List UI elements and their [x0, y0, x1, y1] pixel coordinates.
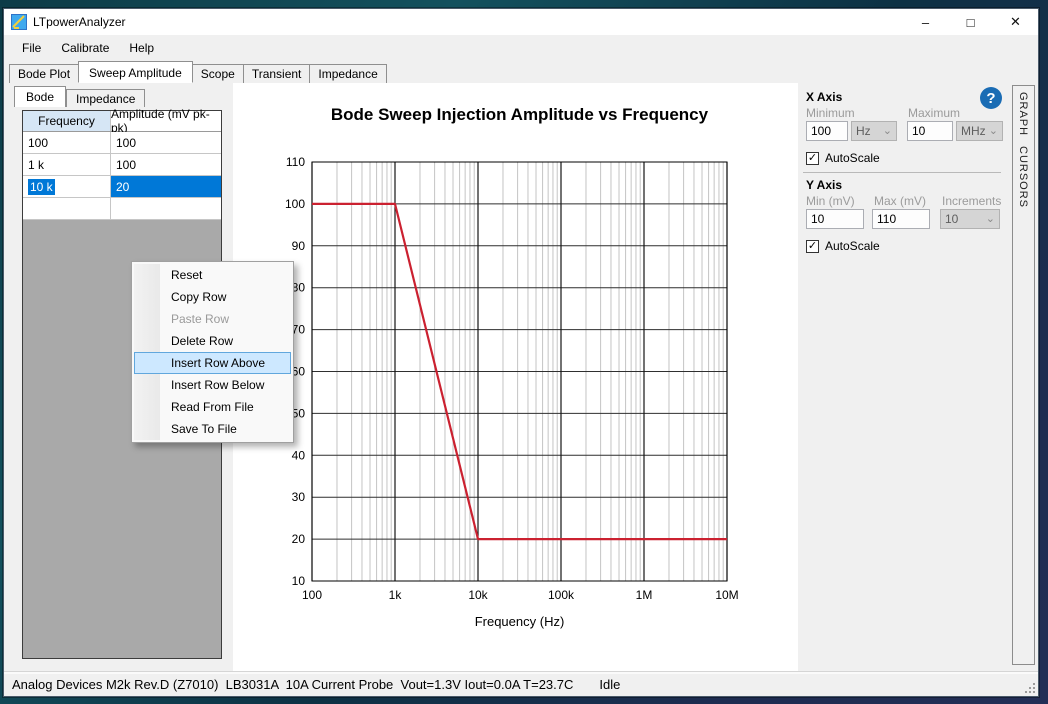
- x-min-unit-select[interactable]: Hz ⌄: [851, 121, 897, 141]
- menu-item-copy-row[interactable]: Copy Row: [134, 286, 291, 308]
- tab-scope[interactable]: Scope: [192, 64, 244, 83]
- svg-text:10: 10: [292, 574, 306, 588]
- svg-text:30: 30: [292, 490, 306, 504]
- menu-item-reset[interactable]: Reset: [134, 264, 291, 286]
- side-tab-strip: GRAPH CURSORS: [1009, 83, 1038, 671]
- svg-text:Frequency (Hz): Frequency (Hz): [475, 614, 565, 629]
- y-max-label: Max (mV): [874, 194, 926, 208]
- table-header-row: Frequency Amplitude (mV pk-pk): [23, 111, 221, 132]
- y-axis-heading: Y Axis: [806, 178, 842, 192]
- y-min-label: Min (mV): [806, 194, 855, 208]
- cell-amplitude[interactable]: [111, 198, 221, 219]
- cell-amplitude-selected[interactable]: 20: [111, 176, 221, 197]
- menu-item-save-to-file[interactable]: Save To File: [134, 418, 291, 440]
- status-state: Idle: [599, 677, 620, 692]
- svg-text:1k: 1k: [389, 588, 403, 602]
- svg-text:Bode Sweep Injection Amplitude: Bode Sweep Injection Amplitude vs Freque…: [331, 105, 709, 124]
- app-window: LTpowerAnalyzer – □ ✕ File Calibrate Hel…: [3, 8, 1039, 697]
- menu-file[interactable]: File: [12, 37, 51, 59]
- x-autoscale-row: ✓ AutoScale: [806, 151, 880, 165]
- chevron-down-icon: ⌄: [989, 126, 998, 136]
- svg-text:100k: 100k: [548, 588, 575, 602]
- cell-amplitude[interactable]: 100: [111, 154, 221, 175]
- cell-frequency[interactable]: 100: [23, 132, 111, 153]
- tab-sweep-amplitude[interactable]: Sweep Amplitude: [78, 61, 193, 83]
- svg-text:100: 100: [285, 197, 305, 211]
- resize-grip-icon[interactable]: [1024, 682, 1035, 693]
- y-autoscale-label: AutoScale: [825, 239, 880, 253]
- table-context-menu: Reset Copy Row Paste Row Delete Row Inse…: [131, 261, 294, 443]
- axis-settings-panel: X Axis ? Minimum Maximum Hz ⌄ MHz ⌄ ✓ Au…: [798, 83, 1009, 671]
- side-tab-graph[interactable]: GRAPH: [1017, 92, 1029, 136]
- chart-panel: 1020304050607080901001101001k10k100k1M10…: [233, 83, 798, 671]
- menu-help[interactable]: Help: [119, 37, 164, 59]
- table-row[interactable]: 100 100: [23, 132, 221, 154]
- side-tab-box: GRAPH CURSORS: [1012, 85, 1035, 665]
- menu-item-delete-row[interactable]: Delete Row: [134, 330, 291, 352]
- menu-bar: File Calibrate Help: [4, 35, 1038, 61]
- window-title: LTpowerAnalyzer: [33, 15, 125, 29]
- title-bar: LTpowerAnalyzer – □ ✕: [4, 9, 1038, 35]
- status-bar: Analog Devices M2k Rev.D (Z7010) LB3031A…: [4, 671, 1038, 696]
- table-row[interactable]: 1 k 100: [23, 154, 221, 176]
- column-header-frequency[interactable]: Frequency: [23, 111, 111, 131]
- main-tab-strip: Bode Plot Sweep Amplitude Scope Transien…: [4, 61, 1038, 83]
- selected-cell-text: 10 k: [28, 179, 55, 195]
- tab-bode-plot[interactable]: Bode Plot: [9, 64, 79, 83]
- svg-text:20: 20: [292, 532, 306, 546]
- x-min-label: Minimum: [806, 106, 855, 120]
- menu-item-paste-row[interactable]: Paste Row: [134, 308, 291, 330]
- x-max-unit-select[interactable]: MHz ⌄: [956, 121, 1003, 141]
- y-increments-select[interactable]: 10 ⌄: [940, 209, 1000, 229]
- chevron-down-icon: ⌄: [883, 126, 892, 136]
- svg-text:40: 40: [292, 448, 306, 462]
- y-increments-label: Increments: [942, 194, 1001, 208]
- cell-amplitude[interactable]: 100: [111, 132, 221, 153]
- status-device-info: Analog Devices M2k Rev.D (Z7010) LB3031A…: [12, 677, 573, 692]
- x-min-input[interactable]: [806, 121, 848, 141]
- y-min-input[interactable]: [806, 209, 864, 229]
- x-autoscale-label: AutoScale: [825, 151, 880, 165]
- bode-sweep-chart: 1020304050607080901001101001k10k100k1M10…: [233, 83, 798, 671]
- menu-item-read-from-file[interactable]: Read From File: [134, 396, 291, 418]
- axis-section-divider: [803, 172, 1001, 173]
- menu-item-insert-row-below[interactable]: Insert Row Below: [134, 374, 291, 396]
- tab-transient[interactable]: Transient: [243, 64, 311, 83]
- x-min-unit-value: Hz: [856, 124, 871, 138]
- x-max-unit-value: MHz: [961, 124, 986, 138]
- close-button[interactable]: ✕: [993, 9, 1038, 35]
- y-autoscale-checkbox[interactable]: ✓: [806, 240, 819, 253]
- column-header-amplitude[interactable]: Amplitude (mV pk-pk): [111, 111, 221, 131]
- subtab-bode[interactable]: Bode: [14, 86, 66, 107]
- x-max-label: Maximum: [908, 106, 960, 120]
- svg-text:110: 110: [286, 155, 305, 169]
- svg-text:100: 100: [302, 588, 322, 602]
- y-max-input[interactable]: [872, 209, 930, 229]
- chevron-down-icon: ⌄: [986, 214, 995, 224]
- x-max-input[interactable]: [907, 121, 953, 141]
- cell-frequency[interactable]: [23, 198, 111, 219]
- cell-frequency[interactable]: 1 k: [23, 154, 111, 175]
- table-row-selected[interactable]: 10 k 20: [23, 176, 221, 198]
- y-increments-value: 10: [945, 212, 958, 226]
- y-autoscale-row: ✓ AutoScale: [806, 239, 880, 253]
- svg-text:10M: 10M: [715, 588, 738, 602]
- menu-item-insert-row-above[interactable]: Insert Row Above: [134, 352, 291, 374]
- sub-tab-strip: Bode Impedance: [14, 86, 145, 107]
- app-icon: [11, 14, 27, 30]
- cell-frequency-selected[interactable]: 10 k: [23, 176, 111, 197]
- subtab-impedance[interactable]: Impedance: [66, 89, 145, 107]
- svg-text:90: 90: [292, 239, 306, 253]
- svg-text:1M: 1M: [636, 588, 653, 602]
- menu-calibrate[interactable]: Calibrate: [51, 37, 119, 59]
- svg-text:10k: 10k: [468, 588, 488, 602]
- side-tab-cursors[interactable]: CURSORS: [1017, 146, 1029, 208]
- tab-impedance[interactable]: Impedance: [309, 64, 386, 83]
- maximize-button[interactable]: □: [948, 9, 993, 35]
- minimize-button[interactable]: –: [903, 9, 948, 35]
- table-row-empty[interactable]: [23, 198, 221, 220]
- x-axis-heading: X Axis: [806, 90, 842, 104]
- help-icon[interactable]: ?: [980, 87, 1002, 109]
- x-autoscale-checkbox[interactable]: ✓: [806, 152, 819, 165]
